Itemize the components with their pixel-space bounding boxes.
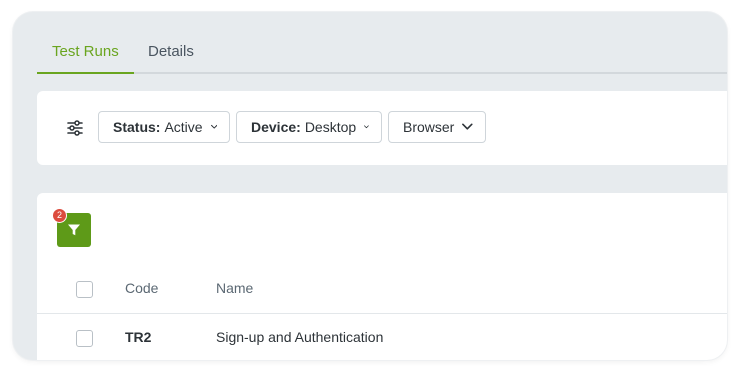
- tab-details[interactable]: Details: [133, 42, 209, 72]
- select-all-checkbox[interactable]: [76, 281, 93, 298]
- row-code: TR2: [125, 329, 152, 345]
- sliders-icon[interactable]: [66, 119, 84, 137]
- column-header-code[interactable]: Code: [125, 280, 158, 296]
- tab-test-runs[interactable]: Test Runs: [37, 42, 134, 74]
- filter-bar: Status: Active Device: Desktop Browser: [37, 91, 727, 165]
- tab-bar: Test Runs Details: [37, 36, 727, 74]
- browser-filter-dropdown[interactable]: Browser: [388, 111, 486, 143]
- row-name: Sign-up and Authentication: [216, 329, 384, 345]
- chevron-down-icon: [364, 125, 369, 129]
- funnel-icon: [68, 224, 80, 236]
- device-filter-value: Desktop: [304, 119, 357, 135]
- column-header-name[interactable]: Name: [216, 280, 253, 296]
- filter-count-badge: 2: [52, 208, 67, 223]
- table-header: Code Name: [37, 265, 727, 314]
- device-filter-dropdown[interactable]: Device: Desktop: [236, 111, 382, 143]
- chevron-down-icon: [462, 123, 473, 130]
- status-filter-key: Status:: [113, 119, 161, 135]
- app-window: Test Runs Details Status: Active Device:…: [13, 12, 727, 360]
- device-filter-key: Device:: [251, 119, 301, 135]
- status-filter-value: Active: [164, 119, 203, 135]
- row-checkbox[interactable]: [76, 330, 93, 347]
- chevron-down-icon: [210, 124, 217, 129]
- table-row[interactable]: TR2 Sign-up and Authentication: [37, 314, 727, 360]
- status-filter-dropdown[interactable]: Status: Active: [98, 111, 230, 143]
- browser-filter-label: Browser: [403, 119, 455, 135]
- test-runs-table: 2 Code Name TR2 Sign-up and Authenticati…: [37, 193, 727, 360]
